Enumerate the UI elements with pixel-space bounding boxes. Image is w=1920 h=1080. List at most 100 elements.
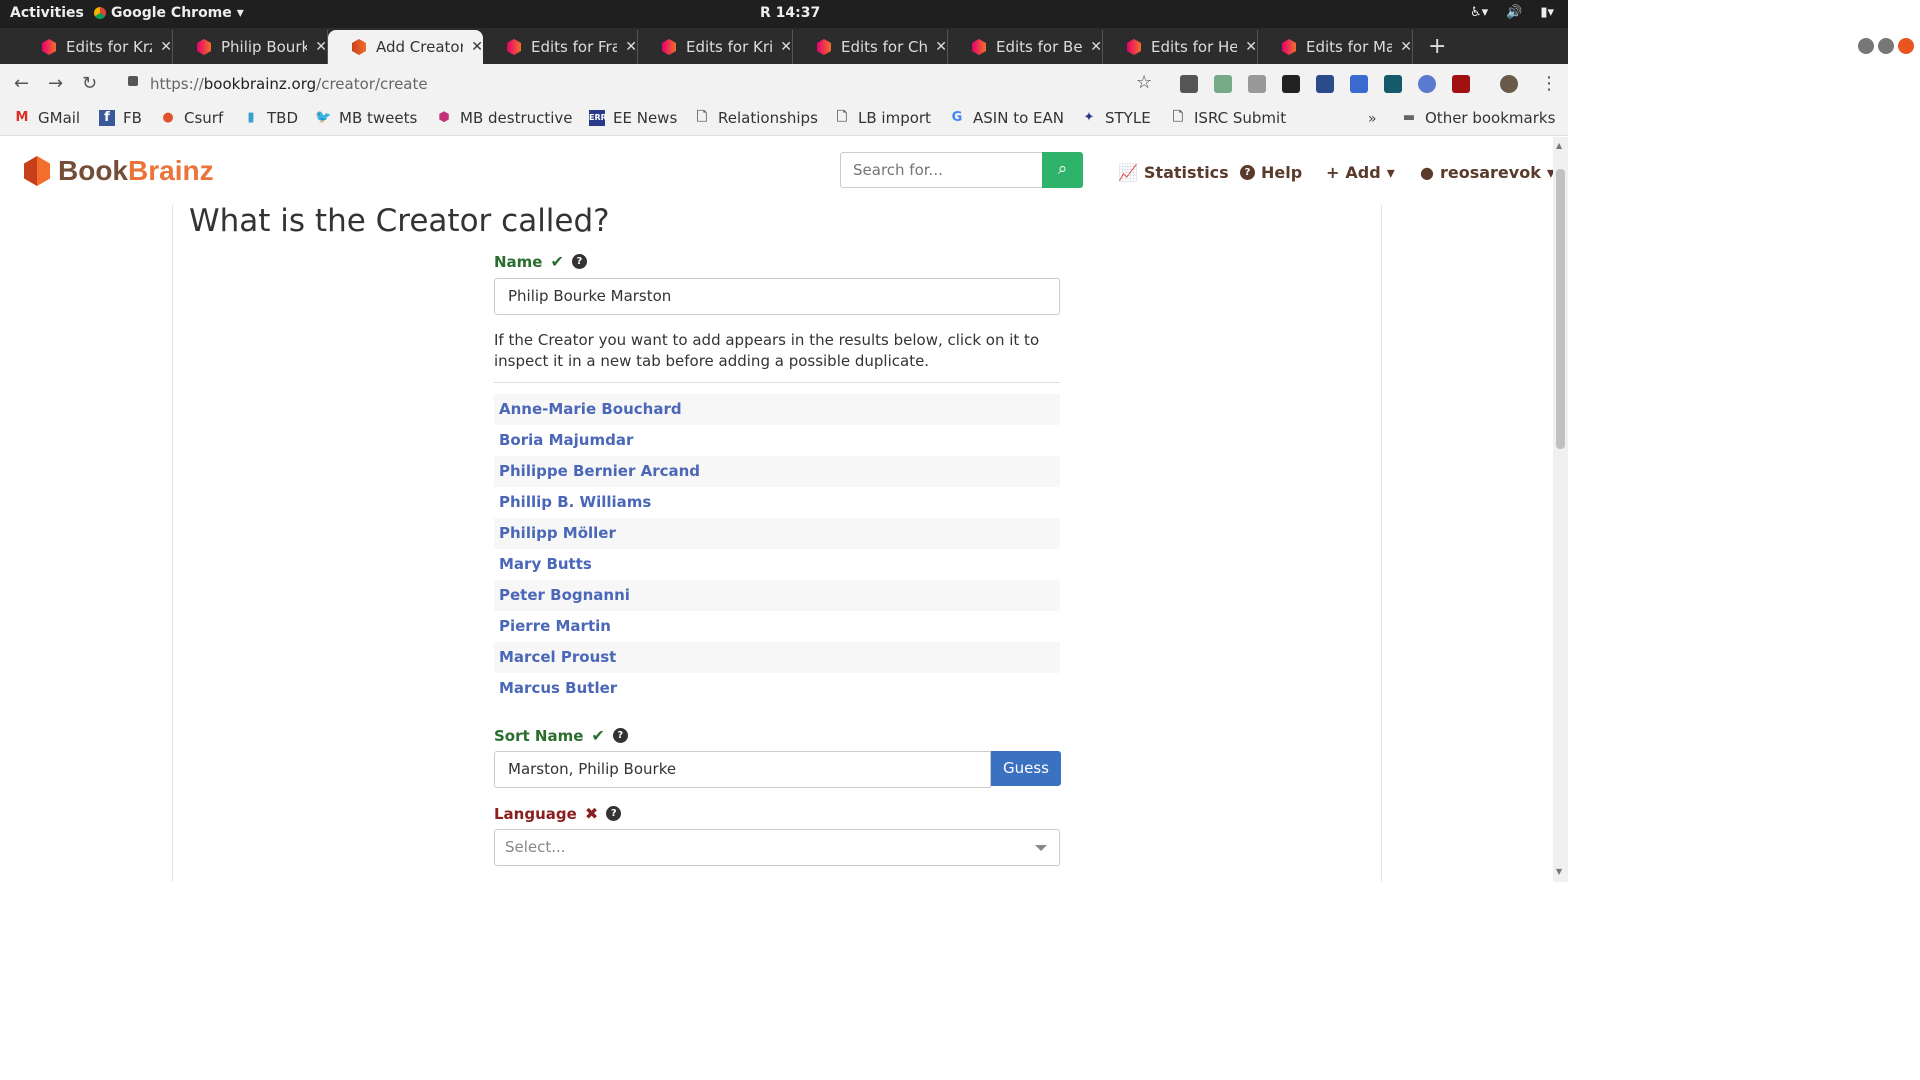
tab-edits-for-be[interactable]: Edits for Be ✕	[948, 30, 1103, 64]
tab-edits-for-ma[interactable]: Edits for Ma ✕	[1258, 30, 1413, 64]
logo-text-book: Book	[58, 155, 128, 186]
clock[interactable]: R 14:37	[760, 5, 820, 21]
app-name: Google Chrome	[111, 5, 232, 21]
accessibility-icon[interactable]: ♿▾	[1470, 5, 1488, 20]
close-icon[interactable]: ✕	[160, 39, 172, 55]
extension-icon[interactable]	[1282, 75, 1300, 93]
tab-edits-for-kri[interactable]: Edits for Kri ✕	[638, 30, 793, 64]
other-bookmarks[interactable]: ▬ Other bookmarks	[1401, 109, 1556, 127]
tab-edits-for-he[interactable]: Edits for He ✕	[1103, 30, 1258, 64]
bookmark-mb-destructive[interactable]: ⬢ MB destructive	[436, 109, 572, 127]
result-item[interactable]: Phillip B. Williams	[494, 487, 1060, 518]
bookmark-relationships[interactable]: 🗋 Relationships	[694, 109, 818, 127]
result-item[interactable]: Pierre Martin	[494, 611, 1060, 642]
result-item[interactable]: Philippe Bernier Arcand	[494, 456, 1060, 487]
bookmark-label: EE News	[613, 109, 678, 127]
scroll-down-arrow-icon[interactable]: ▼	[1556, 867, 1562, 876]
search-icon: ⌕	[1057, 159, 1068, 179]
bookmark-tbd[interactable]: ▮ TBD	[243, 109, 298, 127]
scroll-up-arrow-icon[interactable]: ▲	[1556, 141, 1562, 150]
extension-icon[interactable]	[1418, 75, 1436, 93]
tab-add-creator[interactable]: Add Creator ✕	[328, 30, 483, 64]
close-icon[interactable]: ✕	[315, 39, 327, 55]
window-controls	[1858, 38, 1914, 54]
close-icon[interactable]: ✕	[1245, 39, 1257, 55]
bookmark-lb-import[interactable]: 🗋 LB import	[834, 109, 931, 127]
help-icon[interactable]: ?	[571, 254, 587, 269]
dropdown-caret-icon[interactable]	[1035, 845, 1047, 851]
language-select-placeholder: Select...	[505, 838, 566, 856]
language-select[interactable]: Select...	[494, 829, 1060, 866]
bookmark-style[interactable]: ✦ STYLE	[1081, 109, 1151, 127]
result-item[interactable]: Marcel Proust	[494, 642, 1060, 673]
nav-user-menu[interactable]: ● reosarevok ▾	[1420, 163, 1553, 182]
result-item[interactable]: Peter Bognanni	[494, 580, 1060, 611]
tab-edits-for-fra[interactable]: Edits for Fra ✕	[483, 30, 638, 64]
bookmark-isrc-submit[interactable]: 🗋 ISRC Submit	[1170, 109, 1286, 127]
minimize-icon[interactable]	[1858, 38, 1874, 54]
close-icon[interactable]: ✕	[935, 39, 947, 55]
bookbrainz-favicon-icon	[1282, 39, 1296, 55]
tab-edits-for-ch[interactable]: Edits for Ch ✕	[793, 30, 948, 64]
close-icon[interactable]: ✕	[625, 39, 637, 55]
help-icon[interactable]: ?	[606, 806, 622, 821]
close-icon[interactable]: ✕	[780, 39, 792, 55]
help-icon[interactable]: ?	[612, 728, 628, 743]
gmail-icon: M	[15, 110, 29, 125]
tab-philip-bourke[interactable]: Philip Bourke ✕	[173, 30, 328, 64]
close-icon[interactable]: ✕	[1090, 39, 1102, 55]
result-item[interactable]: Marcus Butler	[494, 673, 1060, 704]
bookmark-csurf[interactable]: ● Csurf	[160, 109, 223, 127]
extension-icon[interactable]	[1180, 75, 1198, 93]
bookmark-fb[interactable]: f FB	[99, 109, 142, 127]
guess-button[interactable]: Guess	[991, 751, 1061, 786]
close-icon[interactable]: ✕	[471, 39, 483, 55]
result-item[interactable]: Philipp Möller	[494, 518, 1060, 549]
back-arrow-icon[interactable]: ←	[14, 73, 29, 94]
nav-statistics[interactable]: 📈 Statistics	[1118, 163, 1229, 182]
app-menu[interactable]: Google Chrome ▾	[94, 5, 244, 21]
system-tray[interactable]: ♿▾ 🔊 ▮▾	[1470, 5, 1554, 20]
activities-button[interactable]: Activities	[10, 5, 84, 21]
maximize-icon[interactable]	[1878, 38, 1894, 54]
result-item[interactable]: Boria Majumdar	[494, 425, 1060, 456]
lock-icon[interactable]	[128, 76, 138, 86]
kebab-menu-icon[interactable]: ⋮	[1540, 73, 1558, 94]
extension-icon[interactable]	[1316, 75, 1334, 93]
camera-icon[interactable]	[1248, 75, 1266, 93]
extension-icon[interactable]	[1384, 75, 1402, 93]
nav-add[interactable]: + Add ▾	[1326, 163, 1395, 182]
metabrainz-icon: ⬢	[438, 110, 450, 125]
new-tab-plus-icon[interactable]: +	[1428, 34, 1446, 59]
ublock-icon[interactable]	[1452, 75, 1470, 93]
bookbrainz-logo[interactable]: BookBrainz	[24, 155, 214, 187]
bookmark-star-icon[interactable]: ☆	[1136, 72, 1152, 93]
scrollbar-thumb[interactable]	[1556, 169, 1565, 449]
extension-icon[interactable]	[1214, 75, 1232, 93]
search-button[interactable]: ⌕	[1042, 152, 1083, 188]
bookmark-gmail[interactable]: M GMail	[14, 109, 81, 127]
bookmark-ee-news[interactable]: ERR EE News	[589, 109, 677, 127]
result-item[interactable]: Anne-Marie Bouchard	[494, 394, 1060, 425]
address-bar[interactable]: https://bookbrainz.org/creator/create	[150, 75, 428, 93]
extension-icon[interactable]	[1350, 75, 1368, 93]
search-input[interactable]	[840, 152, 1043, 188]
volume-icon[interactable]: 🔊	[1506, 5, 1522, 20]
tab-edits-for-krz[interactable]: Edits for Krz ✕	[18, 30, 173, 64]
bookmark-asin-to-ean[interactable]: G ASIN to EAN	[949, 109, 1064, 127]
close-icon[interactable]: ✕	[1400, 39, 1412, 55]
result-item[interactable]: Mary Butts	[494, 549, 1060, 580]
name-input[interactable]: Philip Bourke Marston	[494, 278, 1060, 315]
browser-toolbar: ← → ↻ https://bookbrainz.org/creator/cre…	[0, 64, 1568, 104]
window-close-icon[interactable]	[1898, 38, 1914, 54]
google-icon: G	[951, 110, 963, 125]
reload-icon[interactable]: ↻	[82, 73, 97, 94]
avatar[interactable]	[1500, 75, 1518, 93]
battery-icon[interactable]: ▮▾	[1540, 5, 1554, 20]
bookmarks-overflow-button[interactable]: »	[1368, 111, 1377, 127]
bookmark-mb-tweets[interactable]: 🐦 MB tweets	[315, 109, 417, 127]
page-scrollbar[interactable]: ▲ ▼	[1553, 137, 1568, 882]
nav-help[interactable]: ? Help	[1240, 163, 1302, 182]
sort-name-input[interactable]: Marston, Philip Bourke	[494, 751, 991, 788]
forward-arrow-icon[interactable]: →	[48, 73, 63, 94]
